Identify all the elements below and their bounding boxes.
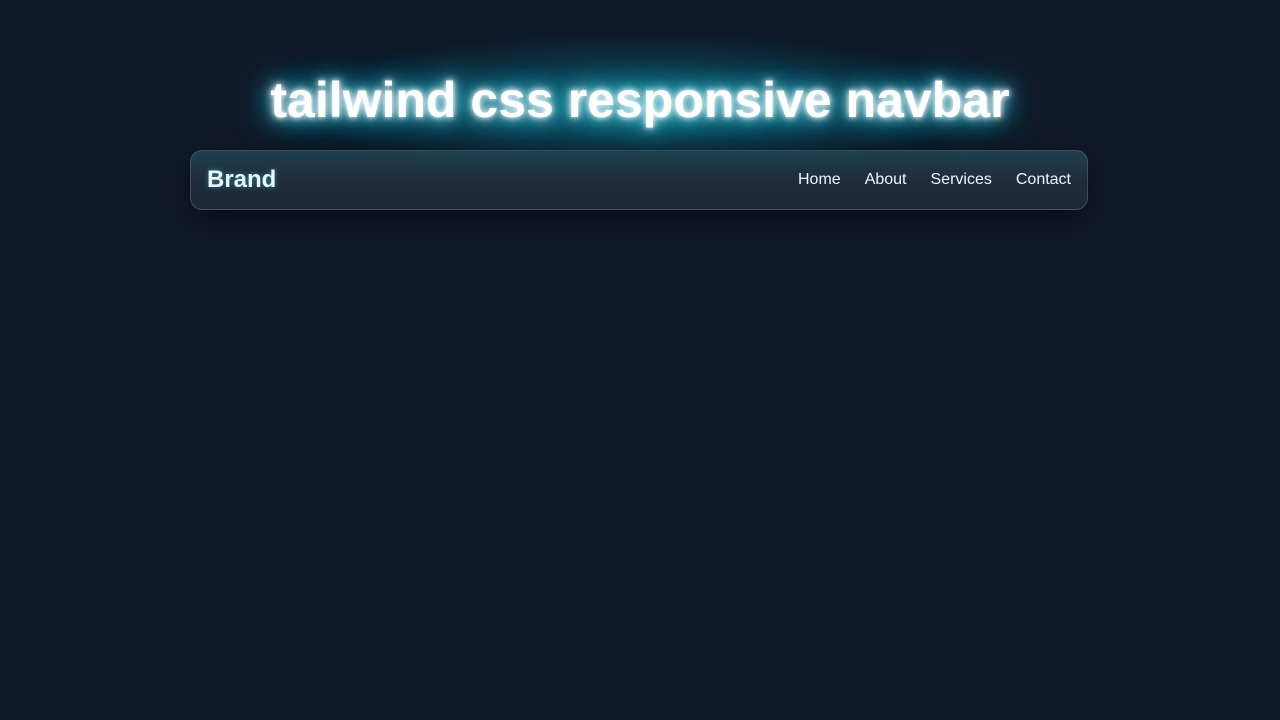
navbar: Brand Home About Services Contact [190, 150, 1088, 210]
nav-link-services[interactable]: Services [931, 171, 992, 189]
brand-logo-link[interactable]: Brand [207, 166, 276, 194]
nav-link-home[interactable]: Home [798, 171, 841, 189]
page-title: tailwind css responsive navbar [270, 72, 1010, 128]
nav-link-contact[interactable]: Contact [1016, 171, 1071, 189]
nav-links: Home About Services Contact [798, 171, 1071, 189]
page: tailwind css responsive navbar Brand Hom… [0, 0, 1280, 720]
nav-link-about[interactable]: About [865, 171, 907, 189]
